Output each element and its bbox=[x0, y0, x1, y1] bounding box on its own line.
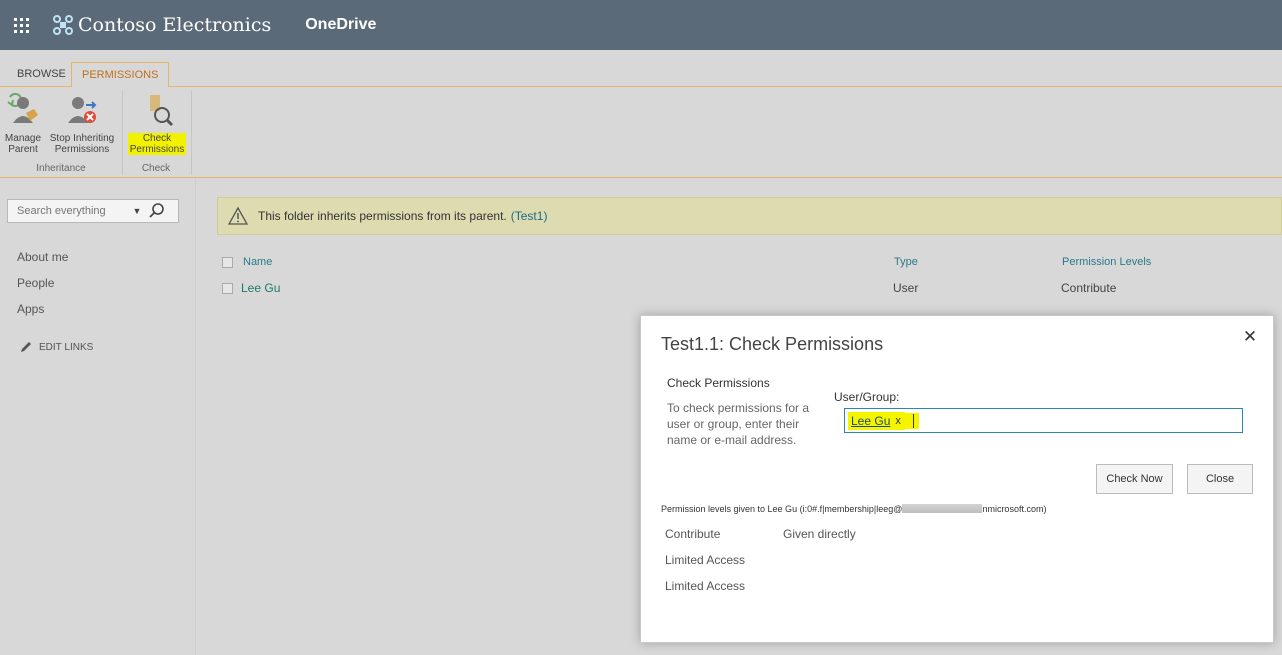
tab-browse[interactable]: BROWSE bbox=[7, 62, 76, 87]
tab-permissions[interactable]: PERMISSIONS bbox=[71, 62, 170, 88]
check-permissions-icon bbox=[140, 93, 174, 127]
user-token: Lee Gu x bbox=[848, 411, 905, 430]
user-token-remove[interactable]: x bbox=[895, 415, 901, 427]
result-permission-level: Contribute bbox=[665, 527, 721, 541]
left-navigation: ▼ About me People Apps EDIT LINKS bbox=[0, 178, 196, 655]
result-heading: Permission levels given to Lee Gu (i:0#.… bbox=[661, 504, 1046, 514]
stop-inheriting-label-1: Stop Inheriting bbox=[49, 133, 115, 144]
ribbon-body: Manage Parent Stop Inheriting Permission… bbox=[0, 87, 1282, 178]
manage-parent-label-1: Manage bbox=[4, 133, 42, 144]
edit-links-button[interactable]: EDIT LINKS bbox=[19, 340, 93, 354]
manage-parent-button[interactable]: Manage Parent bbox=[2, 92, 44, 155]
dialog-title: Test1.1: Check Permissions bbox=[661, 334, 884, 354]
check-permissions-button[interactable]: Check Permissions bbox=[128, 93, 186, 155]
stop-inheriting-button[interactable]: Stop Inheriting Permissions bbox=[46, 93, 118, 155]
result-grant-source: Given directly bbox=[783, 527, 856, 541]
row-permission-level: Contribute bbox=[1061, 281, 1117, 295]
row-name-link[interactable]: Lee Gu bbox=[241, 281, 280, 295]
result-heading-prefix: Permission levels given to Lee Gu (i:0#.… bbox=[661, 504, 903, 514]
pencil-icon bbox=[19, 340, 33, 354]
search-input[interactable] bbox=[8, 205, 128, 217]
section-title: Check Permissions bbox=[667, 376, 770, 390]
edit-links-label: EDIT LINKS bbox=[39, 341, 94, 353]
manage-parent-label-2: Parent bbox=[8, 144, 38, 155]
check-permissions-label-2: Permissions bbox=[128, 144, 186, 155]
warning-icon bbox=[227, 206, 249, 226]
input-highlight bbox=[904, 412, 919, 429]
group-label-check: Check bbox=[141, 163, 171, 174]
brand-name: Contoso Electronics bbox=[78, 14, 272, 36]
ribbon-group-divider bbox=[122, 91, 123, 175]
check-permissions-label-1: Check bbox=[128, 133, 186, 144]
result-permission-level: Limited Access bbox=[665, 553, 746, 567]
result-heading-suffix: nmicrosoft.com) bbox=[982, 504, 1047, 514]
group-label-inheritance: Inheritance bbox=[36, 163, 86, 174]
column-header-permission-levels[interactable]: Permission Levels bbox=[1062, 256, 1151, 268]
nav-link-apps[interactable]: Apps bbox=[17, 302, 44, 316]
close-icon[interactable]: ✕ bbox=[1241, 328, 1259, 346]
manage-parent-icon bbox=[6, 92, 40, 127]
select-all-checkbox[interactable] bbox=[222, 257, 233, 268]
user-group-label: User/Group: bbox=[834, 390, 900, 404]
check-now-button[interactable]: Check Now bbox=[1096, 464, 1173, 494]
nav-link-people[interactable]: People bbox=[17, 276, 54, 290]
stop-inheriting-icon bbox=[65, 93, 99, 127]
text-caret bbox=[912, 413, 914, 428]
parent-link[interactable]: (Test1) bbox=[511, 209, 548, 223]
result-permission-level: Limited Access bbox=[665, 579, 746, 593]
close-button[interactable]: Close bbox=[1187, 464, 1253, 494]
search-icon[interactable] bbox=[146, 200, 168, 222]
stop-inheriting-label-2: Permissions bbox=[54, 144, 110, 155]
chevron-down-icon[interactable]: ▼ bbox=[128, 206, 146, 216]
row-checkbox[interactable] bbox=[222, 283, 233, 294]
nav-link-about-me[interactable]: About me bbox=[17, 250, 68, 264]
suite-bar: Contoso Electronics OneDrive bbox=[0, 0, 1282, 50]
ribbon-tabs: BROWSE PERMISSIONS bbox=[0, 50, 1282, 88]
redacted-text bbox=[902, 504, 983, 513]
banner-text: This folder inherits permissions from it… bbox=[258, 209, 507, 223]
search-box: ▼ bbox=[7, 199, 179, 223]
app-name[interactable]: OneDrive bbox=[305, 16, 376, 34]
row-type: User bbox=[893, 281, 919, 295]
inheritance-banner: This folder inherits permissions from it… bbox=[217, 197, 1282, 235]
check-permissions-dialog: Test1.1: Check Permissions ✕ Check Permi… bbox=[640, 315, 1274, 643]
user-group-input[interactable]: Lee Gu x bbox=[844, 408, 1243, 433]
app-launcher-icon[interactable] bbox=[0, 0, 42, 50]
user-token-name[interactable]: Lee Gu bbox=[851, 414, 890, 428]
column-header-name[interactable]: Name bbox=[243, 256, 272, 268]
column-header-type[interactable]: Type bbox=[894, 256, 918, 268]
section-description: To check permissions for a user or group… bbox=[667, 401, 810, 447]
brand[interactable]: Contoso Electronics bbox=[52, 14, 271, 36]
contoso-logo-icon bbox=[53, 15, 73, 35]
ribbon-group-divider bbox=[191, 91, 192, 175]
